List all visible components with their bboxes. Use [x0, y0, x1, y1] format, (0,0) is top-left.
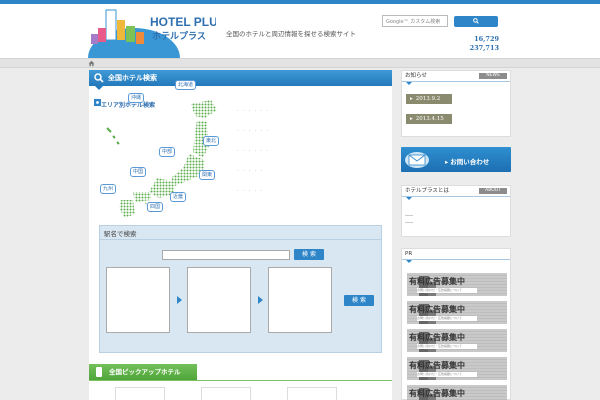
station-search-title: 駅名で検索: [104, 230, 137, 238]
envelope-icon: [405, 152, 429, 168]
svg-text:ホテルプラス: ホテルプラス: [152, 30, 206, 42]
station-name-input[interactable]: [162, 250, 290, 260]
placeholder-list: · · · · · ·: [237, 128, 269, 135]
building-icon: [96, 367, 102, 377]
divider: [89, 380, 392, 381]
placeholder-list: · · · · ·: [237, 168, 264, 175]
region-hokkaido[interactable]: 北海道: [175, 80, 197, 90]
region-tohoku[interactable]: 東北: [203, 136, 220, 146]
ad-subtitle: お問い合わせ・広告掲載について: [417, 372, 477, 377]
breadcrumb: [0, 58, 600, 68]
svg-text:HOTEL PLUS: HOTEL PLUS: [150, 15, 216, 29]
news-item[interactable]: 2013.9.2: [406, 94, 452, 104]
ad-subtitle: お問い合わせ・広告掲載について: [417, 316, 477, 321]
site-header: HOTEL PLUS ホテルプラス 全国のホテルと周辺情報を探せる検索サイト G…: [0, 4, 600, 58]
about-header: ホテルプラスとは ABOUT: [402, 186, 510, 197]
header-pointer: [406, 82, 412, 85]
ad-banner[interactable]: 有料広告募集中お問い合わせ・広告掲載について: [407, 273, 507, 296]
search-button[interactable]: [454, 16, 498, 27]
ad-banner[interactable]: 有料広告募集中お問い合わせ・広告掲載について: [407, 357, 507, 380]
site-tagline: 全国のホテルと周辺情報を探せる検索サイト: [226, 30, 356, 38]
pickup-card[interactable]: [115, 387, 165, 400]
pickup-card[interactable]: [201, 387, 251, 400]
region-okinawa[interactable]: 沖縄: [128, 93, 145, 103]
ad-title: 有料広告募集中: [409, 333, 465, 342]
placeholder-list: · · · · · ·: [237, 108, 269, 115]
search-icon: [473, 18, 479, 24]
region-kanto[interactable]: 関東: [199, 170, 216, 180]
header-pointer: [406, 197, 412, 200]
news-header: お知らせ NEWS: [402, 71, 510, 82]
pickup-card[interactable]: [287, 387, 337, 400]
placeholder-list: · · · · · ·: [237, 148, 269, 155]
visitor-count-total: 237,713: [469, 44, 499, 52]
region-chubu[interactable]: 中部: [159, 147, 176, 157]
region-shikoku[interactable]: 四国: [147, 202, 164, 212]
ad-banner[interactable]: 有料広告募集中お問い合わせ・広告掲載について: [407, 301, 507, 324]
divider: [100, 239, 381, 240]
hotel-search-title: 全国ホテル検索: [108, 74, 157, 82]
news-box: お知らせ NEWS 2013.9.2 2013.4.15: [401, 70, 511, 137]
search-icon: [94, 73, 104, 83]
about-link[interactable]: [405, 222, 413, 223]
arrow-right-icon: [177, 296, 182, 304]
ad-banner[interactable]: 有料広告募集中お問い合わせ・広告掲載について: [407, 385, 507, 400]
pr-header: PR: [402, 249, 510, 260]
ad-title: 有料広告募集中: [409, 305, 465, 314]
ad-subtitle: お問い合わせ・広告掲載について: [417, 344, 477, 349]
visitor-count-today: 16,729: [474, 35, 499, 43]
placeholder-list: · · · · ·: [237, 188, 264, 195]
news-title: お知らせ: [405, 73, 427, 79]
header-pointer: [406, 260, 412, 263]
about-box: ホテルプラスとは ABOUT: [401, 185, 511, 237]
station-listbox[interactable]: [268, 267, 332, 333]
ad-title: 有料広告募集中: [409, 389, 465, 398]
pickup-title: 全国ピックアップホテル: [109, 368, 181, 376]
prefecture-listbox[interactable]: [106, 267, 170, 333]
site-logo[interactable]: HOTEL PLUS ホテルプラス: [86, 6, 216, 58]
main-content: 全国ホテル検索 エリア別ホテル検索 北海道 沖縄 東北 中部 中国 関東 九州 …: [89, 70, 392, 400]
ad-title: 有料広告募集中: [409, 361, 465, 370]
arrow-right-icon: [258, 296, 263, 304]
station-search-button[interactable]: 検 索: [294, 249, 324, 260]
line-listbox[interactable]: [187, 267, 251, 333]
region-kinki[interactable]: 近畿: [170, 192, 187, 202]
about-tag: ABOUT: [479, 188, 507, 194]
pickup-header: 全国ピックアップホテル: [89, 364, 197, 380]
pr-box: PR 有料広告募集中 お問い合わせ・広告掲載について 有料広告募集中 お問い合わせ・広…: [401, 248, 511, 400]
contact-button[interactable]: お問い合わせ: [401, 147, 511, 172]
region-kyushu[interactable]: 九州: [100, 184, 117, 194]
region-chugoku[interactable]: 中国: [130, 167, 147, 177]
custom-search-input[interactable]: Google™ カスタム検索: [382, 15, 448, 27]
news-item[interactable]: 2013.4.15: [406, 114, 452, 124]
ad-subtitle: お問い合わせ・広告掲載について: [417, 288, 477, 293]
japan-map: [106, 100, 217, 218]
pr-title: PR: [405, 251, 413, 257]
hotel-search-header: 全国ホテル検索: [89, 70, 392, 86]
about-link[interactable]: [405, 215, 413, 216]
station-go-button[interactable]: 検 索: [344, 295, 374, 306]
ad-banner[interactable]: 有料広告募集中お問い合わせ・広告掲載について: [407, 329, 507, 352]
station-search-panel: 駅名で検索 検 索 検 索: [99, 225, 382, 353]
news-tag: NEWS: [479, 73, 507, 79]
ad-title: 有料広告募集中: [409, 277, 465, 286]
map-pin-icon: [94, 99, 101, 106]
contact-label: お問い合わせ: [445, 156, 489, 166]
about-title: ホテルプラスとは: [405, 188, 449, 194]
home-icon[interactable]: [88, 60, 95, 67]
header-pointer: [95, 86, 103, 90]
